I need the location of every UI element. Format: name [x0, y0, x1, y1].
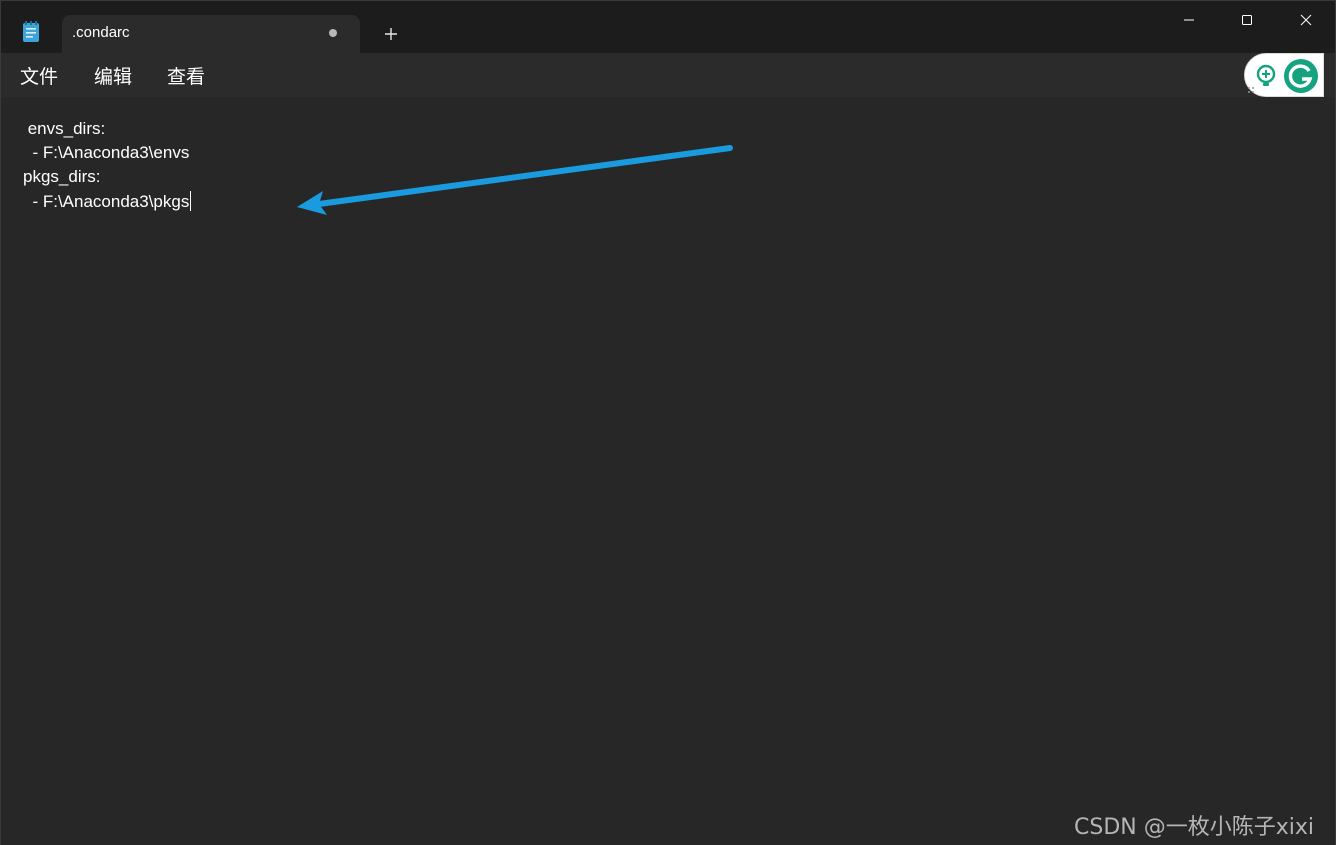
- editor-line: - F:\Anaconda3\envs: [23, 143, 190, 162]
- notepad-window: .condarc 文件 编辑 查看 envs_dirs: - F:\Anacon…: [0, 0, 1336, 845]
- maximize-button[interactable]: [1218, 1, 1276, 39]
- title-bar: .condarc: [1, 1, 1335, 53]
- editor-line-last: - F:\Anaconda3\pkgs: [23, 191, 192, 212]
- unsaved-dot-icon[interactable]: [329, 29, 337, 37]
- menu-edit[interactable]: 编辑: [94, 62, 132, 89]
- notepad-icon: [21, 21, 41, 43]
- minimize-button[interactable]: [1160, 1, 1218, 39]
- grammarly-widget[interactable]: [1244, 53, 1324, 97]
- menu-file[interactable]: 文件: [20, 62, 58, 89]
- editor-line: envs_dirs:: [23, 119, 106, 138]
- text-caret: [190, 191, 192, 211]
- tab-title: .condarc: [72, 24, 130, 41]
- plus-icon[interactable]: [377, 21, 405, 47]
- minimize-icon: [1184, 19, 1194, 21]
- menu-bar: 文件 编辑 查看: [1, 53, 1335, 97]
- watermark-text: CSDN @一枚小陈子xixi: [1074, 815, 1314, 840]
- editor-line: pkgs_dirs:: [23, 167, 101, 186]
- menu-view[interactable]: 查看: [167, 62, 205, 89]
- close-button[interactable]: [1277, 1, 1335, 39]
- tab-condarc[interactable]: .condarc: [62, 15, 360, 53]
- close-icon: [1300, 14, 1312, 26]
- maximize-icon: [1242, 15, 1252, 25]
- editor-line-text: - F:\Anaconda3\pkgs: [23, 192, 190, 211]
- grammarly-icon: [1248, 59, 1318, 93]
- text-editor[interactable]: envs_dirs: - F:\Anaconda3\envs pkgs_dirs…: [1, 97, 1335, 845]
